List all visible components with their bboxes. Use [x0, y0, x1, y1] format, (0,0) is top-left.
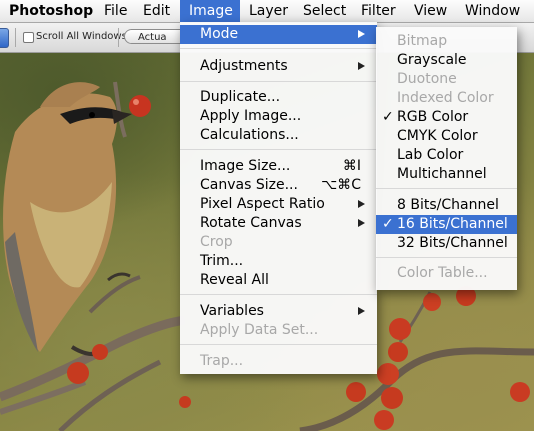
menu-item-calculations[interactable]: Calculations...	[180, 126, 377, 145]
menu-item-trap: Trap...	[180, 352, 377, 371]
checkmark-icon: ✓	[382, 109, 394, 125]
menu-item-label: Trap...	[200, 353, 244, 369]
options-divider	[15, 28, 16, 47]
mode-item-32-bits[interactable]: 32 Bits/Channel	[376, 234, 517, 253]
menu-item-label: Bitmap	[397, 33, 448, 49]
menu-separator	[180, 81, 377, 82]
menu-edit[interactable]: Edit	[134, 0, 179, 22]
menu-item-label: Variables	[200, 303, 264, 319]
menu-item-label: Indexed Color	[397, 90, 494, 106]
menu-item-reveal-all[interactable]: Reveal All	[180, 271, 377, 290]
menu-item-label: Apply Data Set...	[200, 322, 319, 338]
mode-item-indexed-color: Indexed Color	[376, 89, 517, 108]
mode-item-bitmap: Bitmap	[376, 32, 517, 51]
menu-item-label: Reveal All	[200, 272, 269, 288]
menu-item-mode[interactable]: Mode	[180, 25, 377, 44]
menu-item-label: Canvas Size...	[200, 177, 298, 193]
menu-item-rotate-canvas[interactable]: Rotate Canvas	[180, 214, 377, 233]
menu-item-pixel-aspect-ratio[interactable]: Pixel Aspect Ratio	[180, 195, 377, 214]
submenu-arrow-icon	[358, 200, 365, 208]
menu-item-label: Duplicate...	[200, 89, 281, 105]
menu-item-trim[interactable]: Trim...	[180, 252, 377, 271]
mode-item-rgb-color[interactable]: ✓ RGB Color	[376, 108, 517, 127]
mode-item-grayscale[interactable]: Grayscale	[376, 51, 517, 70]
submenu-arrow-icon	[358, 219, 365, 227]
menu-item-label: 32 Bits/Channel	[397, 235, 508, 251]
scroll-all-windows-label: Scroll All Windows	[36, 31, 127, 42]
mode-item-cmyk-color[interactable]: CMYK Color	[376, 127, 517, 146]
menu-item-label: CMYK Color	[397, 128, 478, 144]
image-menu: Mode Adjustments Duplicate... Apply Imag…	[180, 22, 377, 374]
menu-item-label: Calculations...	[200, 127, 299, 143]
mode-item-color-table: Color Table...	[376, 264, 517, 283]
options-divider	[118, 28, 119, 47]
menu-item-image-size[interactable]: Image Size... ⌘I	[180, 157, 377, 176]
menu-item-label: RGB Color	[397, 109, 469, 125]
menu-layer[interactable]: Layer	[240, 0, 297, 22]
menu-item-label: Apply Image...	[200, 108, 302, 124]
menu-item-variables[interactable]: Variables	[180, 302, 377, 321]
menu-item-label: Pixel Aspect Ratio	[200, 196, 325, 212]
menu-view[interactable]: View	[405, 0, 456, 22]
menu-item-label: Color Table...	[397, 265, 488, 281]
checkmark-icon: ✓	[382, 216, 394, 232]
tool-preset-dropdown[interactable]	[0, 28, 9, 48]
menu-item-canvas-size[interactable]: Canvas Size... ⌥⌘C	[180, 176, 377, 195]
menu-item-crop: Crop	[180, 233, 377, 252]
mode-item-8-bits[interactable]: 8 Bits/Channel	[376, 196, 517, 215]
menu-item-apply-data-set: Apply Data Set...	[180, 321, 377, 340]
menu-separator	[376, 188, 517, 189]
menu-separator	[180, 149, 377, 150]
scroll-all-windows-checkbox[interactable]	[23, 32, 34, 43]
mode-item-lab-color[interactable]: Lab Color	[376, 146, 517, 165]
menu-item-label: Duotone	[397, 71, 457, 87]
mode-item-16-bits[interactable]: ✓ 16 Bits/Channel	[376, 215, 517, 234]
menu-image[interactable]: Image	[180, 0, 240, 22]
menu-file[interactable]: File	[95, 0, 136, 22]
menu-item-shortcut: ⌥⌘C	[321, 177, 361, 193]
menu-separator	[180, 294, 377, 295]
menu-separator	[180, 344, 377, 345]
submenu-arrow-icon	[358, 307, 365, 315]
menu-bar: Photoshop File Edit Image Layer Select F…	[0, 0, 534, 23]
menu-item-label: Grayscale	[397, 52, 467, 68]
menu-item-adjustments[interactable]: Adjustments	[180, 57, 377, 76]
menu-item-label: Image Size...	[200, 158, 291, 174]
mode-submenu: Bitmap Grayscale Duotone Indexed Color ✓…	[376, 27, 517, 290]
menu-item-shortcut: ⌘I	[342, 158, 361, 174]
menu-item-label: Mode	[200, 26, 239, 42]
menu-select[interactable]: Select	[294, 0, 355, 22]
app-menu[interactable]: Photoshop	[0, 0, 102, 22]
menu-filter[interactable]: Filter	[352, 0, 405, 22]
menu-item-label: Rotate Canvas	[200, 215, 302, 231]
menu-item-label: 8 Bits/Channel	[397, 197, 499, 213]
menu-separator	[180, 48, 377, 49]
menu-item-label: Trim...	[200, 253, 244, 269]
menu-window[interactable]: Window	[456, 0, 529, 22]
menu-item-duplicate[interactable]: Duplicate...	[180, 88, 377, 107]
menu-item-label: Crop	[200, 234, 233, 250]
menu-item-label: Adjustments	[200, 58, 288, 74]
menu-item-label: Lab Color	[397, 147, 464, 163]
menu-item-label: 16 Bits/Channel	[397, 216, 508, 232]
submenu-arrow-icon	[358, 30, 365, 38]
submenu-arrow-icon	[358, 62, 365, 70]
mode-item-duotone: Duotone	[376, 70, 517, 89]
menu-item-label: Multichannel	[397, 166, 487, 182]
mode-item-multichannel[interactable]: Multichannel	[376, 165, 517, 184]
menu-separator	[376, 257, 517, 258]
menu-item-apply-image[interactable]: Apply Image...	[180, 107, 377, 126]
